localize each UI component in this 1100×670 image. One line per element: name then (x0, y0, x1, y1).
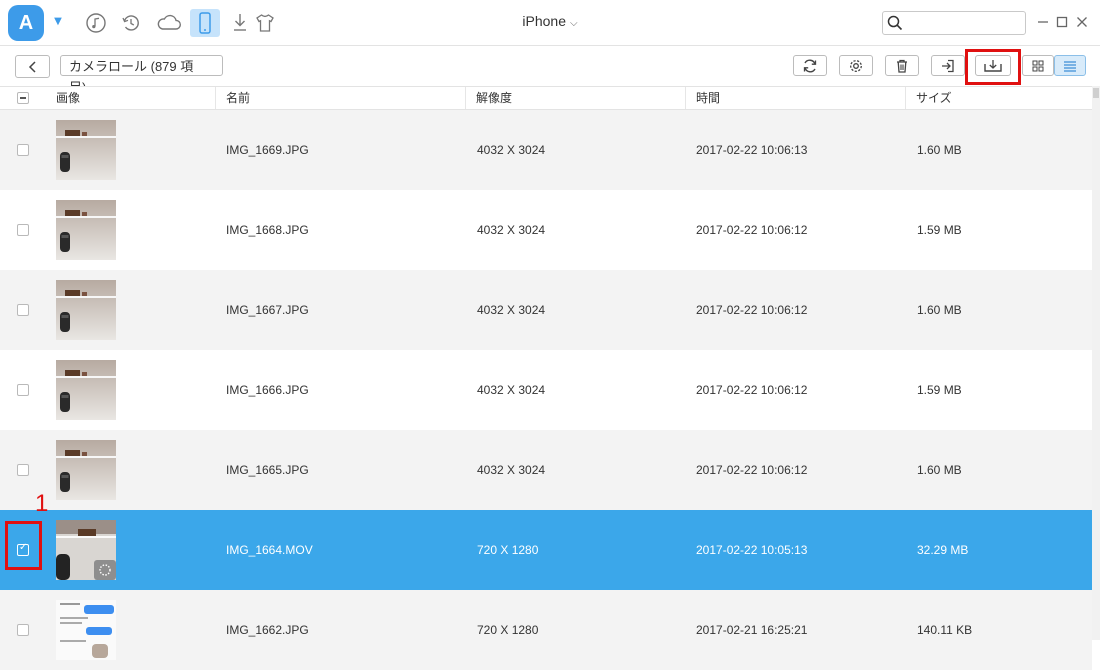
thumbnail-image (56, 600, 116, 660)
annotation-box-checkbox (5, 521, 42, 570)
annotation-marker-1: 1 (35, 490, 49, 517)
search-input[interactable] (905, 13, 1021, 33)
column-header-image[interactable]: 画像 (46, 87, 216, 109)
thumbnail-image (56, 120, 116, 180)
settings-icon (850, 59, 862, 72)
vertical-scrollbar[interactable] (1092, 86, 1100, 640)
file-size: 1.60 MB (917, 143, 962, 157)
grid-view-icon (1032, 60, 1044, 71)
file-time: 2017-02-22 10:06:12 (696, 383, 808, 397)
table-row[interactable]: IMG_1669.JPG 4032 X 3024 2017-02-22 10:0… (0, 110, 1092, 190)
column-header-time[interactable]: 時間 (686, 87, 906, 109)
toolbar: カメラロール (879 項目)⌵ (0, 46, 1100, 95)
minimize-icon[interactable] (1035, 14, 1051, 30)
file-size: 1.60 MB (917, 303, 962, 317)
column-header-size[interactable]: サイズ (906, 87, 1092, 109)
file-size: 32.29 MB (917, 543, 969, 557)
device-name: iPhone (522, 13, 566, 29)
delete-button[interactable] (885, 55, 919, 76)
chevron-left-icon (28, 60, 36, 73)
import-button[interactable] (931, 55, 965, 76)
row-checkbox[interactable] (17, 624, 29, 636)
file-time: 2017-02-22 10:06:13 (696, 143, 808, 157)
table-header: 画像 名前 解像度 時間 サイズ (0, 86, 1092, 110)
thumbnail-image (56, 520, 116, 580)
close-icon[interactable] (1074, 14, 1090, 30)
refresh-icon (803, 59, 817, 72)
annotation-box-export (965, 49, 1021, 85)
file-time: 2017-02-22 10:06:12 (696, 303, 808, 317)
file-time: 2017-02-22 10:05:13 (696, 543, 808, 557)
file-name: IMG_1667.JPG (226, 303, 309, 317)
list-view-icon (1064, 60, 1076, 72)
search-icon (887, 15, 903, 31)
thumbnail-image (56, 440, 116, 500)
file-resolution: 4032 X 3024 (477, 303, 546, 317)
grid-view-button[interactable] (1022, 55, 1054, 76)
row-checkbox[interactable] (17, 304, 29, 316)
file-time: 2017-02-22 10:06:12 (696, 463, 808, 477)
file-list: IMG_1669.JPG 4032 X 3024 2017-02-22 10:0… (0, 110, 1092, 670)
cloud-icon[interactable] (154, 10, 184, 36)
table-row[interactable]: IMG_1662.JPG 720 X 1280 2017-02-21 16:25… (0, 590, 1092, 670)
table-row[interactable]: IMG_1665.JPG 4032 X 3024 2017-02-22 10:0… (0, 430, 1092, 510)
thumbnail-image (56, 200, 116, 260)
title-bar: A ▼ iPhone ⌵ (0, 0, 1100, 46)
file-name: IMG_1669.JPG (226, 143, 309, 157)
column-header-resolution[interactable]: 解像度 (466, 87, 686, 109)
app-logo[interactable]: A (8, 5, 44, 41)
album-selector[interactable]: カメラロール (879 項目)⌵ (60, 55, 223, 95)
tshirt-icon[interactable] (252, 10, 278, 36)
file-resolution: 720 X 1280 (477, 543, 539, 557)
trash-icon (897, 59, 907, 73)
file-resolution: 720 X 1280 (477, 623, 539, 637)
file-size: 1.59 MB (917, 223, 962, 237)
file-time: 2017-02-21 16:25:21 (696, 623, 808, 637)
thumbnail-image (56, 360, 116, 420)
chevron-down-icon[interactable]: ▼ (50, 14, 66, 30)
file-resolution: 4032 X 3024 (477, 383, 546, 397)
row-checkbox[interactable] (17, 464, 29, 476)
file-resolution: 4032 X 3024 (477, 223, 546, 237)
settings-button[interactable] (839, 55, 873, 76)
maximize-icon[interactable] (1054, 14, 1070, 30)
file-size: 140.11 KB (917, 623, 973, 637)
file-name: IMG_1668.JPG (226, 223, 309, 237)
file-name: IMG_1665.JPG (226, 463, 309, 477)
import-icon (942, 59, 954, 72)
file-name: IMG_1664.MOV (226, 543, 313, 557)
download-icon[interactable] (227, 10, 253, 36)
file-size: 1.60 MB (917, 463, 962, 477)
refresh-button[interactable] (793, 55, 827, 76)
table-row[interactable]: IMG_1666.JPG 4032 X 3024 2017-02-22 10:0… (0, 350, 1092, 430)
thumbnail-image (56, 280, 116, 340)
row-checkbox[interactable] (17, 224, 29, 236)
file-time: 2017-02-22 10:06:12 (696, 223, 808, 237)
row-checkbox[interactable] (17, 144, 29, 156)
history-icon[interactable] (118, 10, 144, 36)
device-title[interactable]: iPhone ⌵ (500, 13, 600, 29)
file-name: IMG_1666.JPG (226, 383, 309, 397)
music-icon[interactable] (83, 10, 109, 36)
select-all-checkbox[interactable] (17, 92, 29, 104)
search-box[interactable] (882, 11, 1026, 35)
chevron-down-icon: ⌵ (570, 18, 578, 29)
file-size: 1.59 MB (917, 383, 962, 397)
file-name: IMG_1662.JPG (226, 623, 309, 637)
back-button[interactable] (15, 55, 50, 78)
table-row[interactable]: IMG_1664.MOV 720 X 1280 2017-02-22 10:05… (0, 510, 1092, 590)
table-row[interactable]: IMG_1667.JPG 4032 X 3024 2017-02-22 10:0… (0, 270, 1092, 350)
file-resolution: 4032 X 3024 (477, 143, 546, 157)
file-resolution: 4032 X 3024 (477, 463, 546, 477)
table-row[interactable]: IMG_1668.JPG 4032 X 3024 2017-02-22 10:0… (0, 190, 1092, 270)
logo-letter: A (18, 12, 34, 34)
list-view-button[interactable] (1054, 55, 1086, 76)
row-checkbox[interactable] (17, 384, 29, 396)
scrollbar-thumb[interactable] (1093, 88, 1099, 98)
iphone-icon[interactable] (190, 9, 220, 37)
column-header-name[interactable]: 名前 (216, 87, 466, 109)
